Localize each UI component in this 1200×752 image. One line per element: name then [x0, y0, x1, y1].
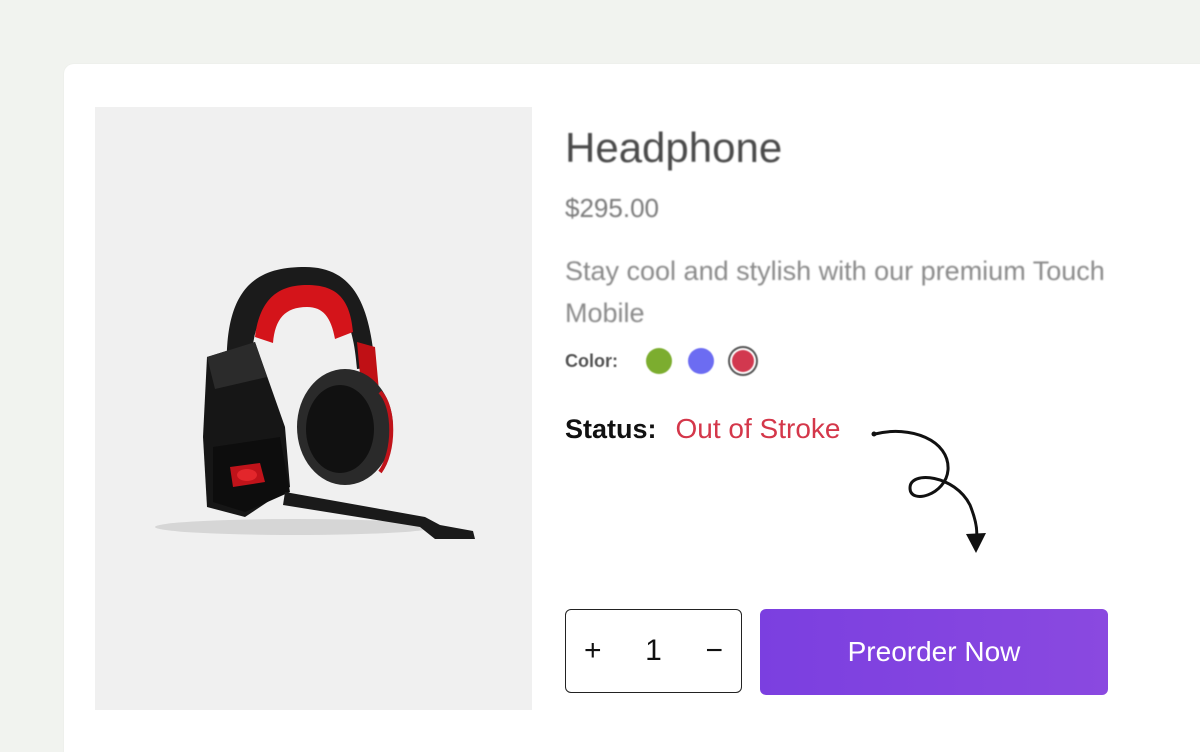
status-value: Out of Stroke — [675, 413, 841, 444]
status-row: Status: Out of Stroke — [565, 413, 840, 445]
color-swatch-blue[interactable] — [688, 348, 714, 374]
preorder-button[interactable]: Preorder Now — [760, 609, 1108, 695]
quantity-value[interactable]: 1 — [645, 634, 662, 668]
product-image-panel — [95, 107, 532, 710]
decrease-button[interactable]: − — [705, 634, 723, 668]
color-swatch-red[interactable] — [732, 350, 754, 372]
quantity-stepper: + 1 − — [565, 609, 742, 693]
status-label: Status: — [565, 414, 657, 444]
product-title: Headphone — [565, 124, 783, 171]
color-selector: Color: — [565, 348, 770, 374]
color-label: Color: — [565, 350, 618, 371]
product-description: Stay cool and stylish with our premium T… — [565, 256, 1105, 328]
product-price: $295.00 — [565, 193, 659, 223]
color-swatch-green[interactable] — [646, 348, 672, 374]
increase-button[interactable]: + — [584, 634, 602, 668]
headphone-product-image — [155, 267, 475, 539]
curly-arrow-icon — [871, 429, 986, 553]
